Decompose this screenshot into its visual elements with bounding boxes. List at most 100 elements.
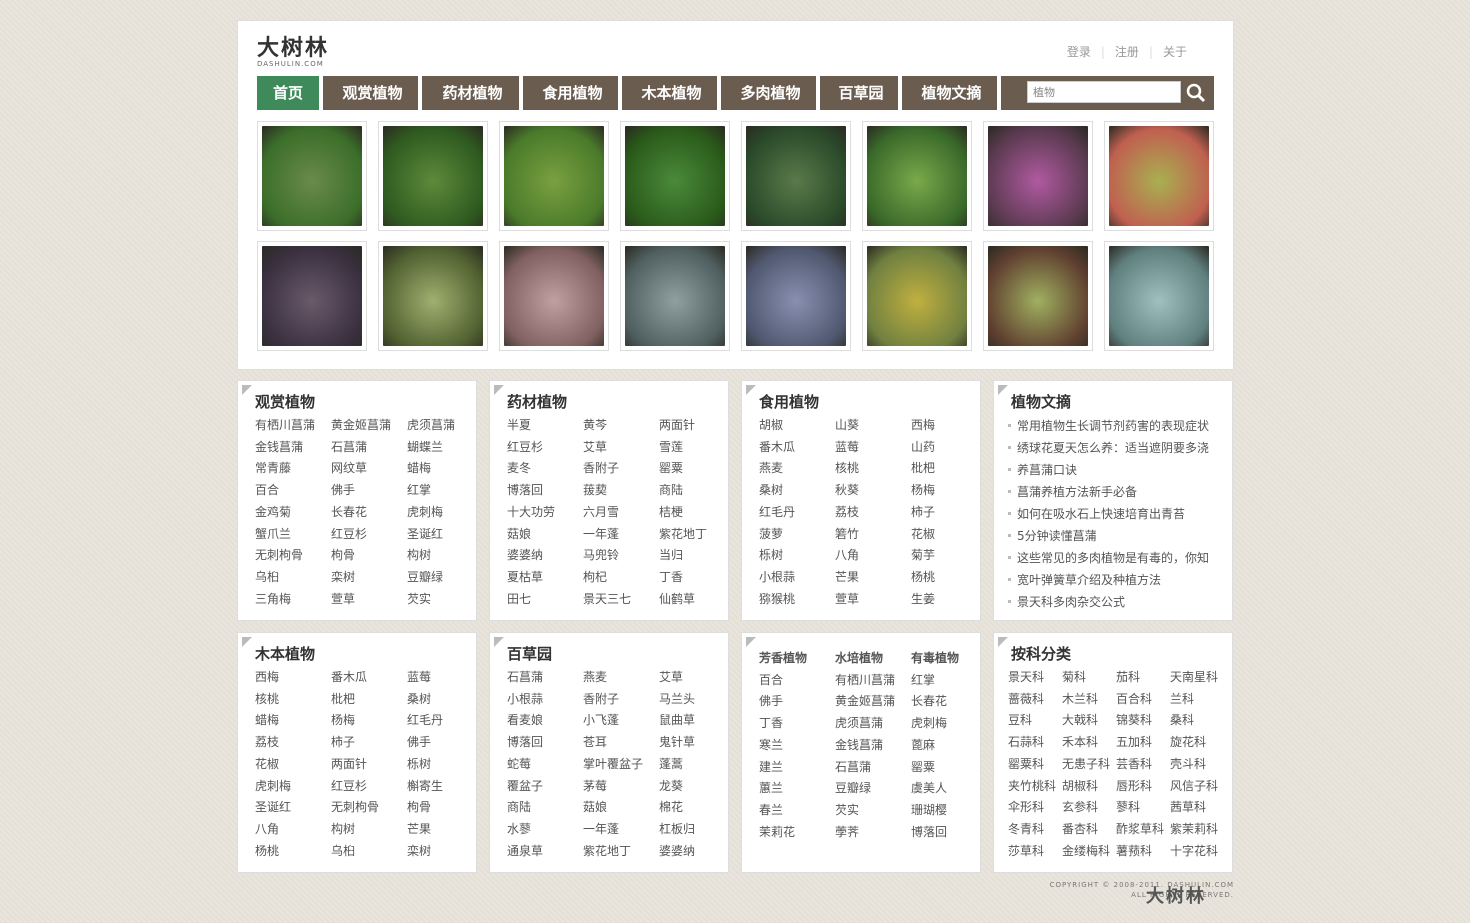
plant-link[interactable]: 箬竹: [835, 524, 859, 546]
about-link[interactable]: 关于: [1163, 45, 1187, 59]
plant-link[interactable]: 寒兰: [759, 735, 807, 757]
plant-link[interactable]: 豆瓣绿: [835, 778, 895, 800]
plant-link[interactable]: 荸荠: [835, 822, 895, 844]
article-link[interactable]: 养菖蒲口诀: [1008, 459, 1209, 481]
plant-link[interactable]: 冬青科: [1008, 819, 1056, 841]
plant-link[interactable]: 罂粟: [911, 757, 959, 779]
plant-link[interactable]: 核桃: [255, 689, 291, 711]
plant-thumbnail[interactable]: [741, 241, 851, 351]
plant-link[interactable]: 栾树: [407, 841, 443, 863]
plant-link[interactable]: 无患子科: [1062, 754, 1110, 776]
plant-link[interactable]: 西梅: [255, 667, 291, 689]
plant-link[interactable]: 八角: [835, 545, 859, 567]
plant-link[interactable]: 有栖川菖蒲: [255, 415, 315, 437]
plant-link[interactable]: 蓝莓: [835, 437, 859, 459]
column-title[interactable]: 有毒植物: [911, 648, 959, 670]
article-link[interactable]: 常用植物生长调节剂药害的表现症状: [1008, 415, 1209, 437]
plant-link[interactable]: 丁香: [759, 713, 807, 735]
plant-link[interactable]: 香附子: [583, 689, 643, 711]
plant-link[interactable]: 八角: [255, 819, 291, 841]
plant-link[interactable]: 紫花地丁: [659, 524, 707, 546]
plant-link[interactable]: 金钱菖蒲: [255, 437, 315, 459]
plant-link[interactable]: 天南星科: [1170, 667, 1218, 689]
plant-link[interactable]: 花椒: [911, 524, 935, 546]
plant-link[interactable]: 玄参科: [1062, 797, 1110, 819]
plant-link[interactable]: 枇杷: [911, 458, 935, 480]
plant-link[interactable]: 风信子科: [1170, 776, 1218, 798]
plant-link[interactable]: 两面针: [659, 415, 707, 437]
plant-link[interactable]: 半夏: [507, 415, 555, 437]
nav-edible[interactable]: 食用植物: [527, 76, 622, 110]
plant-link[interactable]: 燕麦: [759, 458, 795, 480]
plant-link[interactable]: 覆盆子: [507, 776, 543, 798]
plant-link[interactable]: 圣诞红: [255, 797, 291, 819]
login-link[interactable]: 登录: [1067, 45, 1091, 59]
plant-thumbnail[interactable]: [378, 121, 488, 231]
plant-link[interactable]: 虞美人: [911, 778, 959, 800]
plant-link[interactable]: 百合科: [1116, 689, 1164, 711]
plant-link[interactable]: 大戟科: [1062, 710, 1110, 732]
plant-link[interactable]: 佛手: [407, 732, 443, 754]
plant-link[interactable]: 茄科: [1116, 667, 1164, 689]
plant-link[interactable]: 桑树: [407, 689, 443, 711]
article-link[interactable]: 这些常见的多肉植物是有毒的，你知: [1008, 547, 1209, 569]
footer-logo[interactable]: 大树林: [1146, 882, 1206, 908]
plant-link[interactable]: 红掌: [407, 480, 455, 502]
plant-link[interactable]: 蓖麻: [911, 735, 959, 757]
article-link[interactable]: 菖蒲养植方法新手必备: [1008, 481, 1209, 503]
plant-link[interactable]: 豆瓣绿: [407, 567, 455, 589]
plant-link[interactable]: 当归: [659, 545, 707, 567]
plant-link[interactable]: 蓝莓: [407, 667, 443, 689]
plant-link[interactable]: 紫茉莉科: [1170, 819, 1218, 841]
plant-thumbnail[interactable]: [378, 241, 488, 351]
plant-link[interactable]: 胡椒科: [1062, 776, 1110, 798]
plant-link[interactable]: 圣诞红: [407, 524, 455, 546]
article-link[interactable]: 如何在吸水石上快速培育出青苔: [1008, 503, 1209, 525]
plant-link[interactable]: 十字花科: [1170, 841, 1218, 863]
plant-link[interactable]: 蝴蝶兰: [407, 437, 455, 459]
plant-link[interactable]: 茅莓: [583, 776, 643, 798]
plant-link[interactable]: 商陆: [659, 480, 707, 502]
plant-link[interactable]: 仙鹤草: [659, 589, 707, 611]
plant-thumbnail[interactable]: [862, 121, 972, 231]
plant-link[interactable]: 百合: [255, 480, 315, 502]
plant-link[interactable]: 景天三七: [583, 589, 631, 611]
plant-link[interactable]: 山药: [911, 437, 935, 459]
plant-thumbnail[interactable]: [620, 241, 730, 351]
plant-link[interactable]: 乌桕: [331, 841, 379, 863]
plant-link[interactable]: 荔枝: [255, 732, 291, 754]
plant-thumbnail[interactable]: [983, 121, 1093, 231]
plant-link[interactable]: 核桃: [835, 458, 859, 480]
plant-link[interactable]: 雪莲: [659, 437, 707, 459]
plant-link[interactable]: 鼠曲草: [659, 710, 695, 732]
plant-link[interactable]: 掌叶覆盆子: [583, 754, 643, 776]
nav-ornamental[interactable]: 观赏植物: [327, 76, 422, 110]
plant-link[interactable]: 小飞蓬: [583, 710, 643, 732]
plant-link[interactable]: 蜡梅: [255, 710, 291, 732]
plant-link[interactable]: 菠萝: [759, 524, 795, 546]
plant-link[interactable]: 芡实: [407, 589, 455, 611]
plant-link[interactable]: 虎刺梅: [407, 502, 455, 524]
plant-link[interactable]: 构树: [407, 545, 455, 567]
plant-link[interactable]: 五加科: [1116, 732, 1164, 754]
plant-link[interactable]: 芒果: [407, 819, 443, 841]
plant-link[interactable]: 槲寄生: [407, 776, 443, 798]
plant-link[interactable]: 两面针: [331, 754, 379, 776]
plant-link[interactable]: 虎须菖蒲: [835, 713, 895, 735]
plant-link[interactable]: 山葵: [835, 415, 859, 437]
register-link[interactable]: 注册: [1115, 45, 1139, 59]
plant-thumbnail[interactable]: [620, 121, 730, 231]
plant-link[interactable]: 杨梅: [911, 480, 935, 502]
plant-link[interactable]: 锦葵科: [1116, 710, 1164, 732]
plant-link[interactable]: 栎树: [759, 545, 795, 567]
plant-link[interactable]: 罂粟科: [1008, 754, 1056, 776]
plant-link[interactable]: 夹竹桃科: [1008, 776, 1056, 798]
plant-link[interactable]: 长春花: [911, 691, 959, 713]
plant-link[interactable]: 常青藤: [255, 458, 315, 480]
plant-link[interactable]: 杨梅: [331, 710, 379, 732]
plant-link[interactable]: 红毛丹: [407, 710, 443, 732]
plant-thumbnail[interactable]: [499, 241, 609, 351]
plant-link[interactable]: 有栖川菖蒲: [835, 670, 895, 692]
plant-link[interactable]: 佛手: [331, 480, 391, 502]
plant-link[interactable]: 博落回: [507, 480, 555, 502]
